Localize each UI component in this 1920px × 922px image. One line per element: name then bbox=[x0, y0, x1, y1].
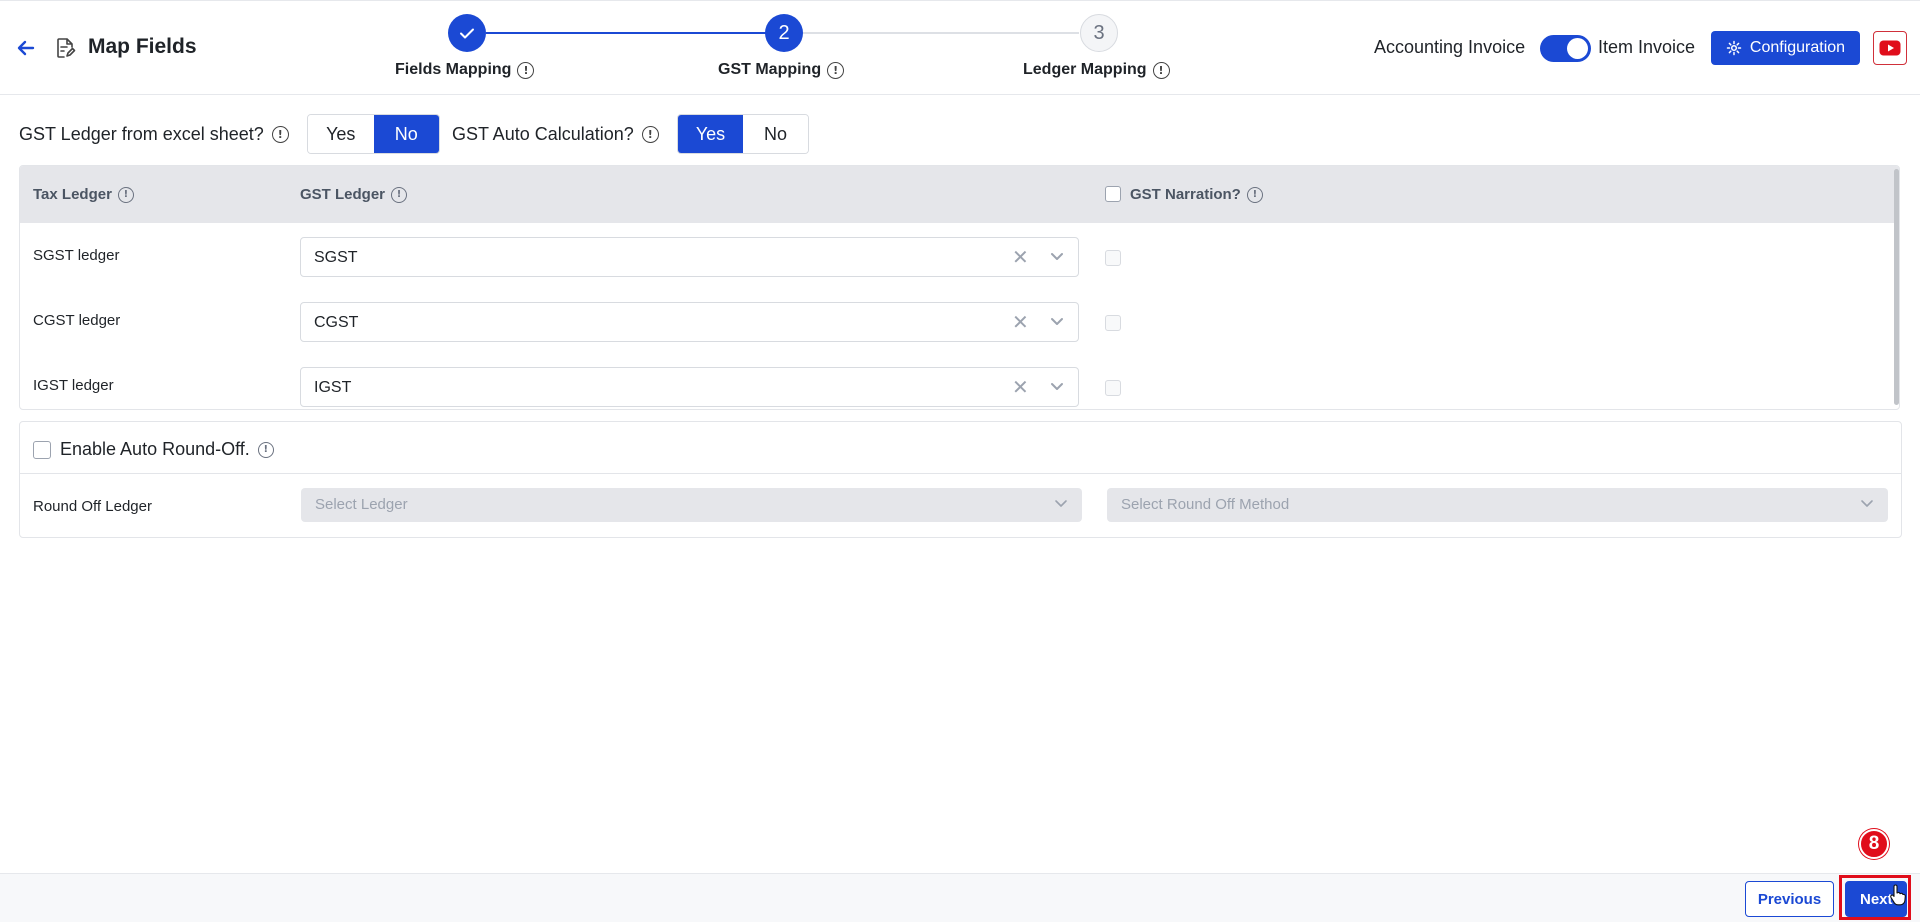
gst-auto-calc-question: GST Auto Calculation? ! bbox=[452, 124, 659, 145]
toggle-knob bbox=[1567, 38, 1588, 59]
round-off-panel: Enable Auto Round-Off. ! Round Off Ledge… bbox=[19, 421, 1902, 538]
divider bbox=[20, 473, 1901, 474]
info-icon[interactable]: ! bbox=[1246, 186, 1263, 203]
round-off-ledger-label: Round Off Ledger bbox=[33, 498, 152, 515]
select-value: IGST bbox=[314, 379, 352, 396]
gst-narration-checkbox[interactable] bbox=[1105, 186, 1121, 202]
back-button[interactable] bbox=[12, 34, 40, 62]
info-icon[interactable]: ! bbox=[827, 61, 845, 79]
gst-auto-calc-yes[interactable]: Yes bbox=[678, 115, 743, 153]
select-placeholder: Select Ledger bbox=[315, 496, 408, 513]
step-3-label-text: Ledger Mapping bbox=[1023, 61, 1147, 78]
youtube-button[interactable] bbox=[1873, 31, 1907, 65]
gst-ledger-excel-toggle: Yes No bbox=[307, 114, 440, 154]
info-icon[interactable]: ! bbox=[1152, 61, 1170, 79]
info-icon[interactable]: ! bbox=[391, 186, 408, 203]
info-icon[interactable]: ! bbox=[641, 126, 659, 143]
chevron-down-icon bbox=[1861, 500, 1873, 507]
stepper-line-completed bbox=[486, 32, 766, 34]
arrow-left-icon bbox=[17, 40, 35, 56]
clear-icon[interactable]: ✕ bbox=[1012, 310, 1029, 335]
clear-icon[interactable]: ✕ bbox=[1012, 375, 1029, 400]
accounting-invoice-label: Accounting Invoice bbox=[1374, 37, 1526, 57]
chevron-down-icon bbox=[1051, 383, 1063, 390]
table-scrollbar[interactable] bbox=[1894, 169, 1899, 405]
step-2-label-text: GST Mapping bbox=[718, 61, 822, 78]
gst-auto-calc-label: GST Auto Calculation? bbox=[452, 124, 634, 144]
step-1-label: Fields Mapping ! bbox=[395, 61, 535, 79]
page-footer: Previous Next bbox=[0, 873, 1920, 922]
select-value: SGST bbox=[314, 249, 358, 266]
header-gst-ledger-text: GST Ledger bbox=[300, 186, 386, 203]
select-value: CGST bbox=[314, 314, 359, 331]
gst-ledger-excel-question: GST Ledger from excel sheet? ! bbox=[19, 124, 289, 145]
enable-round-off-checkbox[interactable] bbox=[33, 441, 51, 459]
table-header: Tax Ledger ! GST Ledger ! GST Narration?… bbox=[20, 166, 1899, 223]
header-tax-ledger-text: Tax Ledger bbox=[33, 186, 112, 203]
stepper-line-pending bbox=[803, 32, 1079, 34]
step-1-circle[interactable] bbox=[448, 14, 486, 52]
youtube-icon bbox=[1879, 40, 1901, 56]
hand-cursor-icon bbox=[1890, 884, 1906, 906]
table-row: CGST ledger CGST ✕ bbox=[20, 288, 1899, 353]
chevron-down-icon bbox=[1055, 500, 1067, 507]
info-icon[interactable]: ! bbox=[117, 186, 134, 203]
step-2-label: GST Mapping ! bbox=[718, 61, 845, 79]
gear-icon bbox=[1726, 40, 1742, 56]
igst-ledger-select[interactable]: IGST ✕ bbox=[300, 367, 1079, 407]
step-2-circle[interactable]: 2 bbox=[765, 14, 803, 52]
table-row: SGST ledger SGST ✕ bbox=[20, 223, 1899, 288]
document-edit-icon bbox=[57, 38, 76, 58]
row-narration-checkbox[interactable] bbox=[1105, 250, 1121, 266]
step-3-label: Ledger Mapping ! bbox=[1023, 61, 1170, 79]
info-icon[interactable]: ! bbox=[271, 126, 289, 143]
step-badge: 8 bbox=[1859, 829, 1889, 859]
enable-round-off-text: Enable Auto Round-Off. bbox=[60, 439, 250, 459]
row-narration-checkbox[interactable] bbox=[1105, 380, 1121, 396]
row-narration-checkbox[interactable] bbox=[1105, 315, 1121, 331]
invoice-type-toggle[interactable] bbox=[1540, 35, 1591, 62]
step-3-circle[interactable]: 3 bbox=[1080, 14, 1118, 52]
cgst-ledger-select[interactable]: CGST ✕ bbox=[300, 302, 1079, 342]
configuration-label: Configuration bbox=[1749, 39, 1846, 56]
round-off-method-select[interactable]: Select Round Off Method bbox=[1107, 488, 1888, 522]
select-placeholder: Select Round Off Method bbox=[1121, 496, 1290, 513]
configuration-button[interactable]: Configuration bbox=[1711, 31, 1860, 65]
previous-button[interactable]: Previous bbox=[1745, 881, 1834, 917]
enable-round-off-label: Enable Auto Round-Off. ! bbox=[60, 439, 274, 460]
header-tax-ledger: Tax Ledger ! bbox=[33, 186, 134, 203]
chevron-down-icon bbox=[1051, 318, 1063, 325]
row-label: IGST ledger bbox=[33, 377, 114, 394]
gst-auto-calc-no[interactable]: No bbox=[743, 115, 808, 153]
gst-auto-calc-toggle: Yes No bbox=[677, 114, 809, 154]
row-label: CGST ledger bbox=[33, 312, 121, 329]
page-title: Map Fields bbox=[88, 35, 197, 58]
header-gst-narration: GST Narration? ! bbox=[1130, 186, 1263, 203]
page-header: Map Fields 2 3 Fields Mapping ! GST Mapp… bbox=[0, 0, 1920, 95]
sgst-ledger-select[interactable]: SGST ✕ bbox=[300, 237, 1079, 277]
round-off-ledger-select[interactable]: Select Ledger bbox=[301, 488, 1082, 522]
row-label: SGST ledger bbox=[33, 247, 120, 264]
header-gst-narration-text: GST Narration? bbox=[1130, 186, 1241, 203]
info-icon[interactable]: ! bbox=[517, 61, 535, 79]
clear-icon[interactable]: ✕ bbox=[1012, 245, 1029, 270]
chevron-down-icon bbox=[1051, 253, 1063, 260]
gst-ledger-excel-label: GST Ledger from excel sheet? bbox=[19, 124, 264, 144]
gst-ledger-excel-yes[interactable]: Yes bbox=[308, 115, 374, 153]
item-invoice-label: Item Invoice bbox=[1598, 37, 1696, 57]
check-icon bbox=[460, 28, 474, 39]
info-icon[interactable]: ! bbox=[257, 441, 274, 458]
gst-ledger-excel-no[interactable]: No bbox=[373, 115, 439, 153]
step-1-label-text: Fields Mapping bbox=[395, 61, 512, 78]
header-gst-ledger: GST Ledger ! bbox=[300, 186, 408, 203]
gst-mapping-table: Tax Ledger ! GST Ledger ! GST Narration?… bbox=[19, 165, 1900, 410]
table-row: IGST ledger IGST ✕ bbox=[20, 353, 1899, 409]
